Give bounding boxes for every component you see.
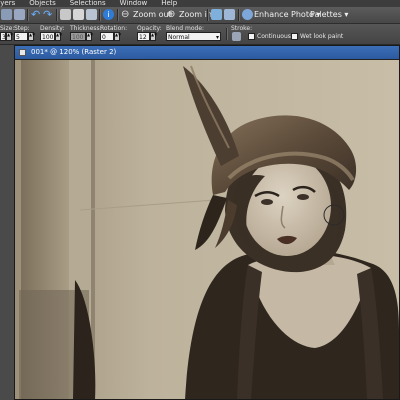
palettes-button[interactable]: Palettes ▾: [310, 9, 348, 21]
zoom-out-icon[interactable]: ⊖: [121, 9, 132, 20]
thickness-spinner[interactable]: ▲▼: [86, 32, 93, 41]
menu-layers[interactable]: ayers: [0, 0, 15, 7]
density-spinner[interactable]: ▲▼: [55, 32, 62, 41]
menu-selections[interactable]: Selections: [70, 0, 106, 7]
paste-as-new-icon[interactable]: [86, 9, 97, 20]
open-icon[interactable]: [1, 9, 12, 20]
tool-options-bar: Size: 3 ▲▼ Step: 5 ▲▼ Density: 100 ▲▼ Th…: [0, 24, 400, 45]
document-window: 001* @ 120% (Raster 2): [14, 45, 400, 400]
blend-mode-label: Blend mode:: [166, 25, 205, 32]
enhance-photo-icon[interactable]: [242, 9, 253, 20]
zoom-in-icon[interactable]: ⊕: [167, 9, 178, 20]
rotation-spinner[interactable]: ▲▼: [114, 32, 121, 41]
undo-icon[interactable]: ↶: [31, 9, 42, 20]
tools-panel: [0, 45, 14, 400]
copy-icon[interactable]: [60, 9, 71, 20]
step-field[interactable]: 5: [14, 32, 28, 41]
size-label: Size:: [0, 25, 15, 32]
chevron-down-icon: ▾: [344, 10, 349, 19]
thickness-field[interactable]: 100: [70, 32, 86, 41]
continuous-checkbox[interactable]: [248, 33, 255, 40]
standard-toolbar: ↶ ↷ i ⊖ Zoom out ⊕ Zoom in Enhance Photo…: [0, 7, 400, 24]
stroke-icon[interactable]: [232, 32, 241, 41]
menu-bar: ayers Objects Selections Window Help: [0, 0, 400, 7]
document-title: 001* @ 120% (Raster 2): [31, 48, 117, 56]
step-spinner[interactable]: ▲▼: [28, 32, 35, 41]
density-field[interactable]: 100: [40, 32, 55, 41]
view-icon[interactable]: [211, 9, 222, 20]
photo-image: [15, 60, 399, 399]
menu-objects[interactable]: Objects: [29, 0, 55, 7]
document-icon: [19, 49, 26, 56]
document-title-bar[interactable]: 001* @ 120% (Raster 2): [15, 46, 399, 59]
size-spinner[interactable]: ▲▼: [6, 32, 13, 41]
wet-look-paint-checkbox[interactable]: [291, 33, 298, 40]
window-icon[interactable]: [224, 9, 235, 20]
paste-icon[interactable]: [73, 9, 84, 20]
rotation-field[interactable]: 0: [100, 32, 114, 41]
chevron-down-icon: ▾: [215, 34, 219, 41]
menu-window[interactable]: Window: [120, 0, 148, 7]
blend-mode-select[interactable]: Normal ▾: [166, 32, 221, 41]
zoom-out-button[interactable]: Zoom out: [133, 9, 172, 21]
opacity-field[interactable]: 12: [137, 32, 150, 41]
continuous-label: Continuous: [257, 33, 291, 40]
menu-help[interactable]: Help: [161, 0, 177, 7]
save-icon[interactable]: [14, 9, 25, 20]
opacity-label: Opacity:: [137, 25, 162, 32]
stroke-label: Stroke:: [231, 25, 253, 32]
wet-look-paint-label: Wet look paint: [300, 33, 344, 40]
image-canvas[interactable]: [15, 60, 399, 399]
info-icon[interactable]: i: [103, 9, 114, 20]
redo-icon[interactable]: ↷: [43, 9, 54, 20]
thickness-label: Thickness:: [70, 25, 102, 32]
step-label: Step:: [14, 25, 30, 32]
rotation-label: Rotation:: [100, 25, 128, 32]
density-label: Density:: [40, 25, 65, 32]
opacity-spinner[interactable]: ▲▼: [150, 32, 157, 41]
